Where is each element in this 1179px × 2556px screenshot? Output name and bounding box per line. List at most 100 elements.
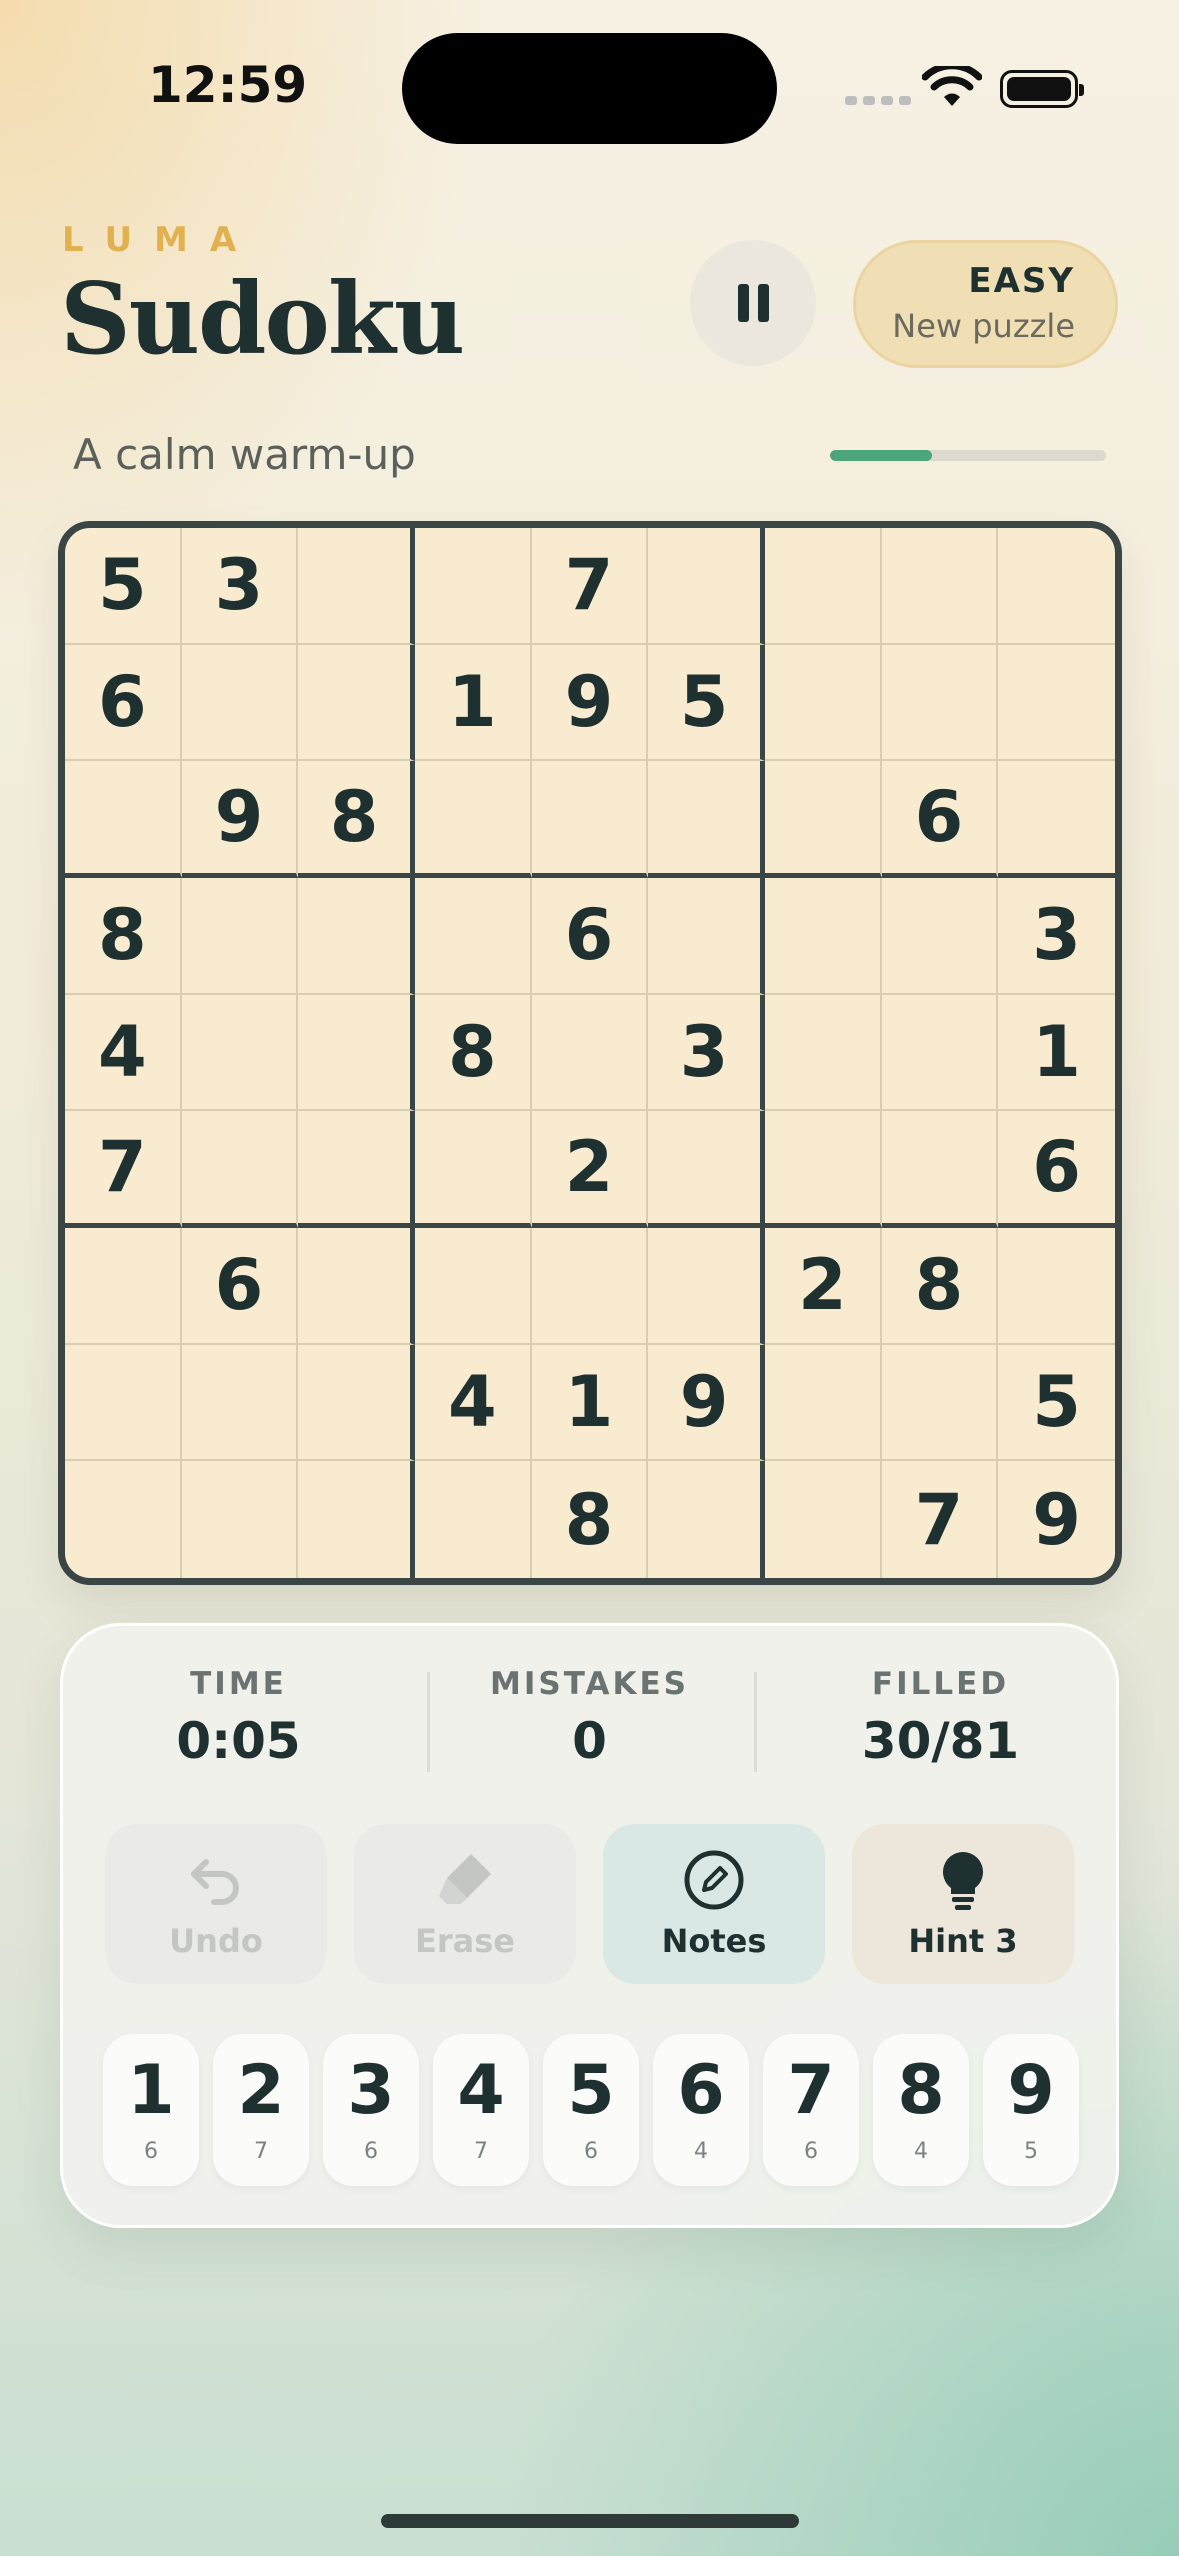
board-cell[interactable] [998, 761, 1115, 878]
board-cell[interactable] [881, 877, 999, 995]
board-cell[interactable] [298, 528, 415, 645]
board-cell[interactable] [648, 761, 765, 878]
board-cell[interactable] [764, 877, 882, 995]
board-cell[interactable]: 3 [998, 878, 1115, 995]
board-cell[interactable]: 5 [648, 644, 765, 762]
board-cell[interactable]: 7 [531, 528, 649, 645]
board-cell[interactable] [881, 994, 999, 1112]
board-cell[interactable] [65, 761, 182, 878]
board-cell[interactable] [765, 1461, 882, 1578]
board-cell[interactable]: 8 [298, 761, 415, 878]
board-cell[interactable]: 2 [764, 1227, 882, 1345]
board-cell[interactable]: 7 [65, 1111, 182, 1228]
board-cell[interactable] [648, 528, 765, 645]
board-cell[interactable] [415, 1461, 532, 1578]
home-indicator[interactable] [381, 2514, 799, 2528]
board-cell[interactable] [65, 1461, 182, 1578]
board-cell[interactable]: 1 [531, 1344, 649, 1462]
board-cell[interactable]: 2 [531, 1111, 649, 1228]
board-cell[interactable]: 9 [531, 644, 649, 762]
board-cell[interactable] [764, 1111, 882, 1228]
board-cell[interactable] [65, 1344, 182, 1462]
board-cell[interactable] [298, 1461, 415, 1578]
board-cell[interactable] [414, 528, 532, 645]
board-cell[interactable]: 8 [65, 877, 182, 995]
board-cell[interactable] [648, 1111, 765, 1228]
board-cell[interactable]: 5 [998, 1345, 1115, 1462]
board-cell[interactable] [998, 528, 1115, 645]
undo-button[interactable]: Undo [105, 1824, 327, 1984]
board-cell[interactable]: 4 [65, 994, 182, 1112]
board-cell[interactable] [414, 1111, 532, 1228]
board-cell[interactable]: 1 [998, 995, 1115, 1112]
board-cell[interactable] [298, 877, 415, 995]
digit-button-9[interactable]: 95 [983, 2034, 1079, 2186]
board-cell[interactable]: 9 [998, 1461, 1115, 1578]
board-cell[interactable]: 7 [882, 1461, 999, 1578]
board-cell[interactable] [182, 1461, 299, 1578]
board-cell[interactable] [181, 1111, 299, 1228]
board-cell[interactable] [298, 644, 415, 762]
board-cell[interactable]: 6 [181, 1227, 299, 1345]
board-cell[interactable] [764, 761, 882, 878]
board-cell[interactable] [298, 1344, 415, 1462]
board-cell[interactable]: 9 [648, 1344, 765, 1462]
board-cell[interactable]: 8 [881, 1227, 999, 1345]
digit-label: 1 [127, 2050, 175, 2130]
board-cell[interactable] [764, 644, 882, 762]
new-puzzle-button[interactable]: EASY New puzzle [853, 240, 1118, 368]
board-cell[interactable] [881, 528, 999, 645]
board-cell[interactable] [298, 1111, 415, 1228]
digit-button-5[interactable]: 56 [543, 2034, 639, 2186]
board-cell[interactable] [181, 644, 299, 762]
board-cell[interactable]: 4 [414, 1344, 532, 1462]
notes-button[interactable]: Notes [603, 1824, 825, 1984]
board-cell[interactable] [648, 1461, 765, 1578]
digit-label: 3 [347, 2050, 395, 2130]
board-cell[interactable] [531, 761, 649, 878]
digit-button-4[interactable]: 47 [433, 2034, 529, 2186]
board-cell[interactable]: 6 [881, 761, 999, 878]
board-cell[interactable]: 5 [65, 528, 182, 645]
board-cell[interactable] [65, 1227, 182, 1345]
board-cell[interactable] [531, 994, 649, 1112]
board-cell[interactable] [414, 1227, 532, 1345]
board-cell[interactable] [181, 994, 299, 1112]
board-cell[interactable] [881, 1111, 999, 1228]
board-cell[interactable]: 6 [531, 877, 649, 995]
board-cell[interactable]: 8 [532, 1461, 649, 1578]
board-cell[interactable] [181, 877, 299, 995]
digit-button-1[interactable]: 16 [103, 2034, 199, 2186]
wifi-icon [922, 66, 982, 106]
board-cell[interactable] [881, 1344, 999, 1462]
board-cell[interactable] [998, 1228, 1115, 1345]
digit-button-8[interactable]: 84 [873, 2034, 969, 2186]
board-cell[interactable]: 6 [998, 1111, 1115, 1228]
board-cell[interactable] [764, 528, 882, 645]
board-cell[interactable] [531, 1227, 649, 1345]
board-cell[interactable] [298, 1227, 415, 1345]
board-cell[interactable] [998, 645, 1115, 762]
board-cell[interactable] [414, 761, 532, 878]
board-cell[interactable]: 3 [648, 994, 765, 1112]
board-cell[interactable]: 8 [414, 994, 532, 1112]
board-cell[interactable]: 1 [414, 644, 532, 762]
digit-button-7[interactable]: 76 [763, 2034, 859, 2186]
digit-button-3[interactable]: 36 [323, 2034, 419, 2186]
board-cell[interactable]: 9 [181, 761, 299, 878]
erase-button[interactable]: Erase [354, 1824, 576, 1984]
board-cell[interactable] [881, 644, 999, 762]
board-cell[interactable] [648, 877, 765, 995]
pause-button[interactable] [690, 240, 816, 366]
board-cell[interactable] [181, 1344, 299, 1462]
board-cell[interactable] [764, 994, 882, 1112]
digit-button-6[interactable]: 64 [653, 2034, 749, 2186]
board-cell[interactable] [414, 877, 532, 995]
board-cell[interactable] [648, 1227, 765, 1345]
board-cell[interactable]: 6 [65, 644, 182, 762]
board-cell[interactable] [298, 994, 415, 1112]
board-cell[interactable]: 3 [181, 528, 299, 645]
board-cell[interactable] [764, 1344, 882, 1462]
hint-button[interactable]: Hint 3 [852, 1824, 1074, 1984]
digit-button-2[interactable]: 27 [213, 2034, 309, 2186]
